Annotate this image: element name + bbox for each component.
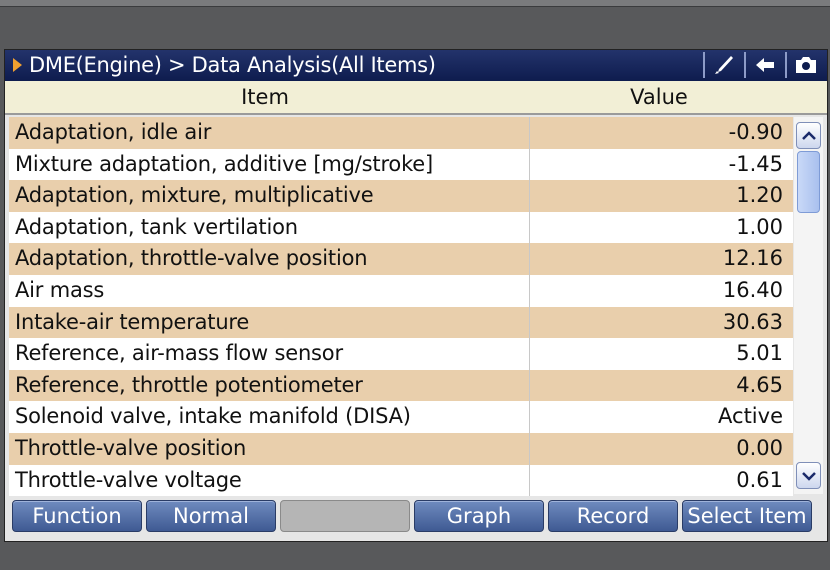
item-value: 5.01 <box>736 341 783 366</box>
item-value: 4.65 <box>736 372 783 397</box>
table-header: Item Value <box>5 81 827 115</box>
back-arrow-icon <box>755 58 774 72</box>
screenshot-button[interactable] <box>785 52 824 78</box>
item-name: Adaptation, mixture, multiplicative <box>15 183 374 208</box>
item-value: -0.90 <box>728 120 783 144</box>
normal-button[interactable]: Normal <box>146 500 276 532</box>
table-row[interactable]: Reference, throttle potentiometer 4.65 <box>9 369 793 402</box>
item-name: Adaptation, tank vertilation <box>15 214 298 239</box>
table-row[interactable]: Adaptation, mixture, multiplicative 1.20 <box>9 180 793 212</box>
breadcrumb-title: DME(Engine) > Data Analysis(All Items) <box>29 53 436 77</box>
titlebar: DME(Engine) > Data Analysis(All Items) <box>5 50 827 81</box>
table-row[interactable]: Throttle-valve position 0.00 <box>9 432 793 465</box>
item-name: Throttle-valve position <box>15 435 247 460</box>
blank-button <box>280 500 410 532</box>
table-row[interactable]: Solenoid valve, intake manifold (DISA) Ac… <box>9 401 793 433</box>
top-strip <box>0 0 830 7</box>
back-button[interactable] <box>744 52 783 78</box>
data-table-body: Adaptation, idle air -0.90 Mixture adapta… <box>9 117 793 497</box>
camera-icon <box>795 57 816 73</box>
item-value: 0.61 <box>736 467 783 492</box>
item-value: 30.63 <box>722 309 783 334</box>
column-header-value: Value <box>630 85 688 109</box>
item-name: Air mass <box>15 277 105 302</box>
item-name: Reference, air-mass flow sensor <box>15 341 343 366</box>
table-row[interactable]: Mixture adaptation, additive [mg/stroke]… <box>9 148 793 181</box>
item-name: Reference, throttle potentiometer <box>15 372 363 397</box>
breadcrumb-arrow-icon <box>13 58 22 72</box>
pen-button[interactable] <box>703 52 742 78</box>
item-value: 12.16 <box>722 246 783 271</box>
table-row[interactable]: Adaptation, throttle-valve position 12.16 <box>9 243 793 275</box>
table-row[interactable]: Throttle-valve voltage 0.61 <box>9 464 793 497</box>
item-value: Active <box>718 404 783 429</box>
scroll-up-button[interactable] <box>796 122 821 149</box>
item-name: Solenoid valve, intake manifold (DISA) <box>15 404 411 429</box>
table-row[interactable]: Adaptation, idle air -0.90 <box>9 117 793 149</box>
record-button[interactable]: Record <box>548 500 678 532</box>
item-name: Adaptation, idle air <box>15 120 212 144</box>
scroll-thumb[interactable] <box>797 151 820 213</box>
item-value: 16.40 <box>722 277 783 302</box>
column-header-item: Item <box>241 85 289 109</box>
graph-button[interactable]: Graph <box>414 500 544 532</box>
table-row[interactable]: Intake-air temperature 30.63 <box>9 306 793 339</box>
item-value: 0.00 <box>736 435 783 460</box>
item-value: -1.45 <box>728 151 783 176</box>
data-analysis-window: DME(Engine) > Data Analysis(All Items) I… <box>4 49 828 542</box>
item-name: Adaptation, throttle-valve position <box>15 246 368 271</box>
function-button[interactable]: Function <box>12 500 142 532</box>
item-name: Throttle-valve voltage <box>15 467 242 492</box>
table-row[interactable]: Reference, air-mass flow sensor 5.01 <box>9 338 793 370</box>
table-row[interactable]: Adaptation, tank vertilation 1.00 <box>9 211 793 244</box>
item-name: Intake-air temperature <box>15 309 250 334</box>
chevron-down-icon <box>801 471 816 481</box>
function-button-bar: Function Normal Graph Record Select Item <box>8 498 818 535</box>
item-name: Mixture adaptation, additive [mg/stroke] <box>15 151 433 176</box>
pen-icon <box>714 56 733 74</box>
vertical-scrollbar[interactable] <box>794 117 823 494</box>
item-value: 1.00 <box>736 214 783 239</box>
scroll-down-button[interactable] <box>796 462 821 489</box>
table-row[interactable]: Air mass 16.40 <box>9 274 793 307</box>
item-value: 1.20 <box>736 183 783 208</box>
chevron-up-icon <box>801 130 816 140</box>
select-item-button[interactable]: Select Item <box>682 500 812 532</box>
